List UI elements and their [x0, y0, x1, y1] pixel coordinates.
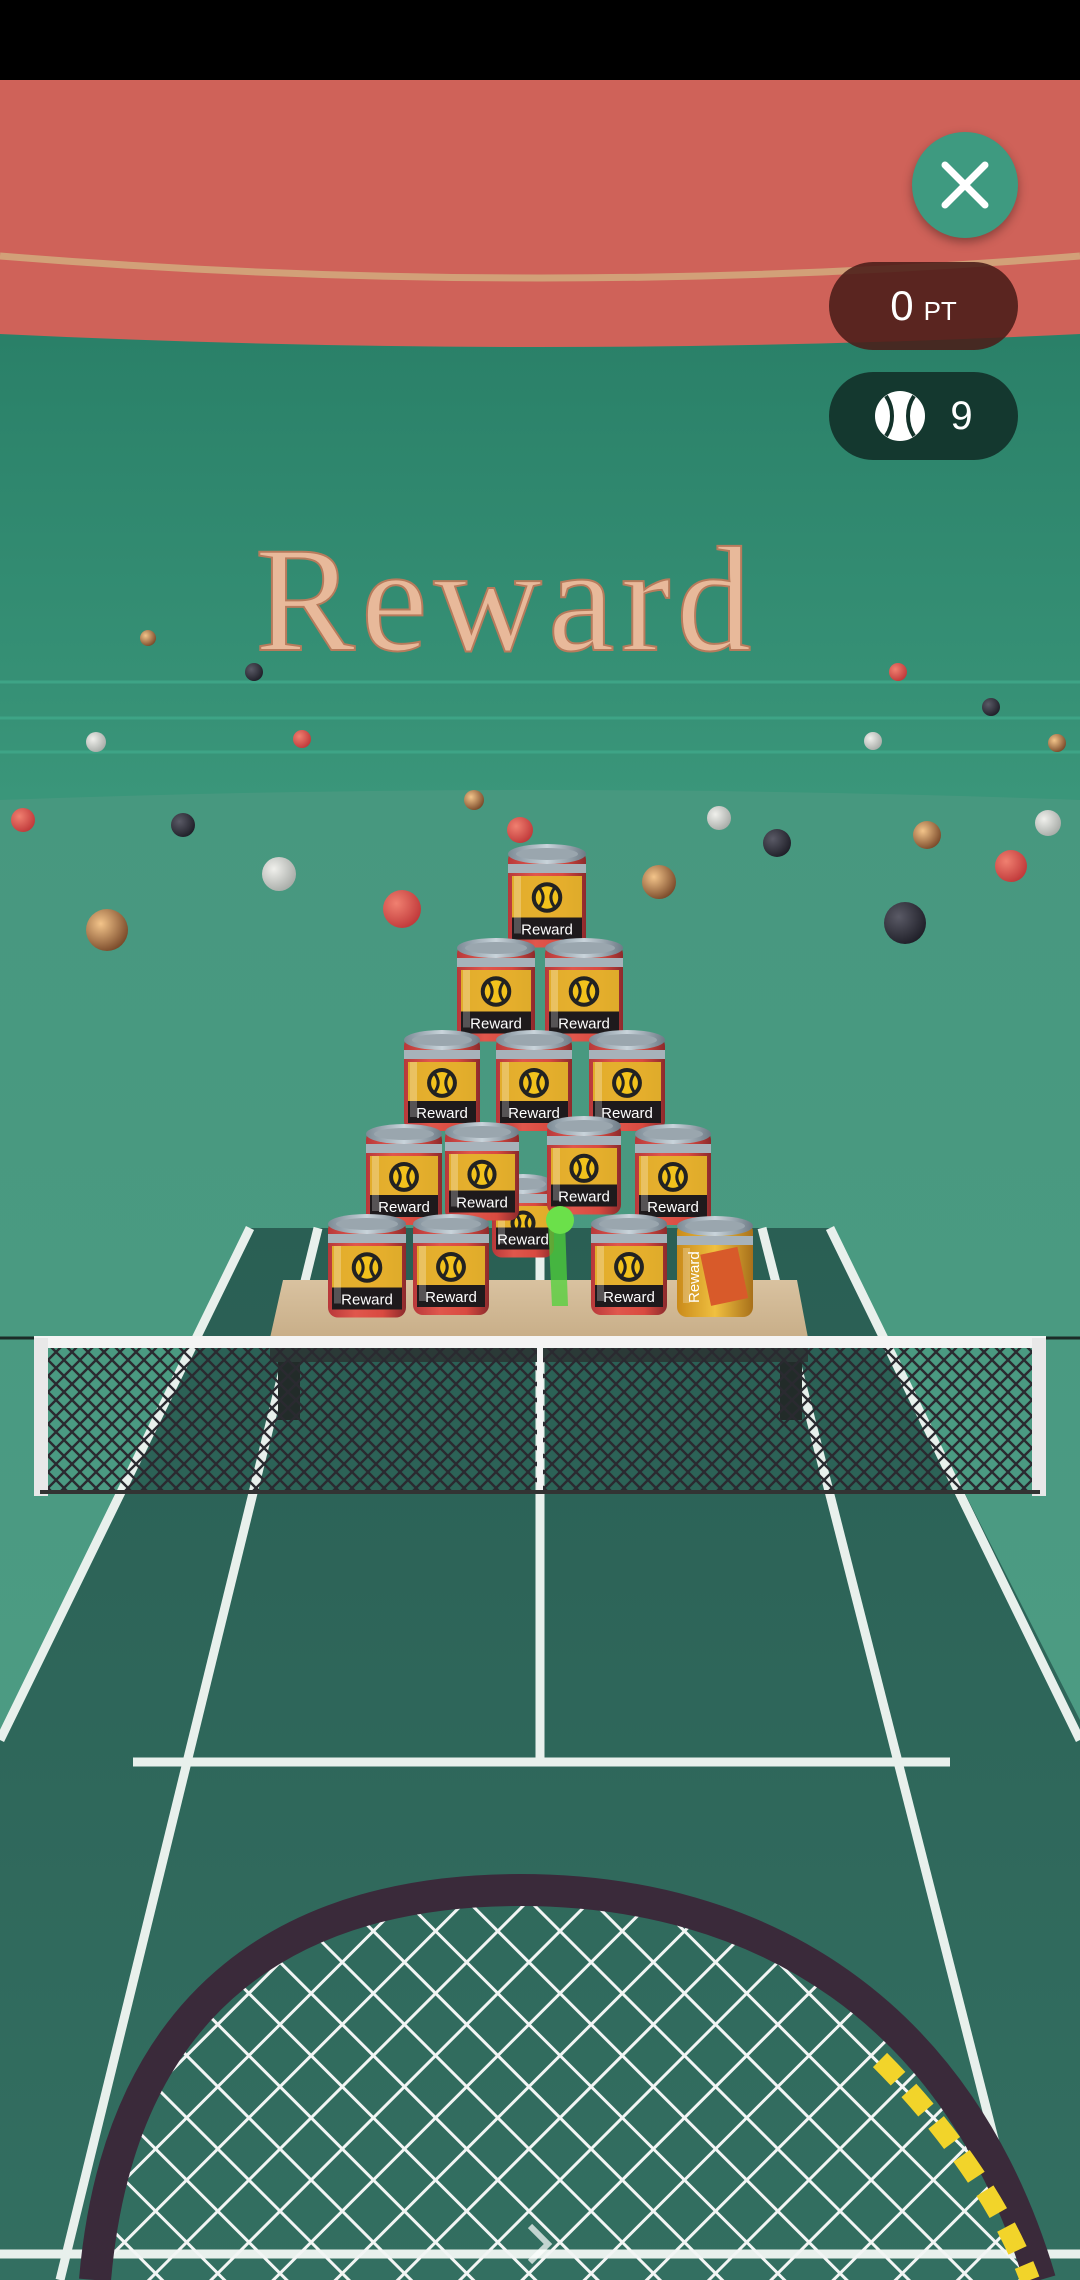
reward-can[interactable]: Reward	[445, 1122, 519, 1221]
balls-remaining-counter: 9	[829, 372, 1018, 460]
can-label: Reward	[521, 922, 573, 939]
can-label: Reward	[603, 1289, 655, 1306]
reward-can[interactable]: Reward	[547, 1116, 621, 1215]
tennis-ball-icon	[875, 391, 926, 441]
can-label: Reward	[470, 1016, 522, 1033]
can-label: Reward	[508, 1105, 560, 1122]
can-label: Reward	[558, 1189, 610, 1206]
can-label: Reward	[341, 1292, 393, 1309]
can-label: Reward	[416, 1105, 468, 1122]
reward-can[interactable]: Reward	[589, 1030, 665, 1131]
close-icon	[941, 161, 989, 209]
balls-remaining-value: 9	[950, 393, 973, 438]
tennis-net	[0, 1336, 1080, 1496]
reward-sign-text: Reward	[255, 517, 757, 683]
can-label: Reward	[456, 1195, 508, 1212]
reward-can[interactable]: Reward	[496, 1030, 572, 1131]
reward-can[interactable]: Reward	[591, 1214, 667, 1315]
reward-can[interactable]: Reward	[457, 938, 535, 1042]
status-bar	[0, 0, 1080, 80]
reward-can[interactable]: Reward	[328, 1214, 406, 1318]
can-label: Reward	[558, 1016, 610, 1033]
can-label: Reward	[378, 1199, 430, 1216]
points-value: 0	[890, 282, 914, 329]
reward-can[interactable]: Reward	[635, 1124, 711, 1225]
points-counter: 0 PT	[829, 262, 1018, 350]
reward-sign: Reward	[254, 516, 757, 684]
points-unit: PT	[923, 295, 957, 326]
reward-can[interactable]: Reward	[545, 938, 623, 1042]
can-label: Reward	[425, 1289, 477, 1306]
reward-can[interactable]: Reward	[366, 1124, 442, 1225]
gold-can[interactable]: Reward	[677, 1216, 753, 1317]
can-label: Reward	[647, 1199, 699, 1216]
reward-can[interactable]: Reward	[413, 1214, 489, 1315]
reward-can[interactable]: Reward	[508, 844, 586, 948]
close-button[interactable]	[912, 132, 1018, 238]
reward-can[interactable]: Reward	[404, 1030, 480, 1131]
